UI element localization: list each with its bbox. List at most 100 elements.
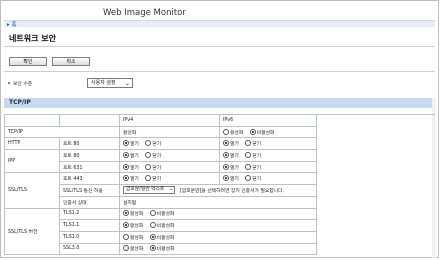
ipp631-ipv4-open-option[interactable]: 열기	[123, 163, 139, 171]
radio-button[interactable]	[223, 175, 229, 182]
radio-button[interactable]	[123, 222, 129, 229]
cancel-button[interactable]: 취소	[52, 57, 90, 66]
radio-button[interactable]	[145, 151, 152, 158]
radio-button[interactable]	[149, 245, 156, 252]
tcpip-ipv4-status: 활성화	[119, 125, 220, 139]
radio-button[interactable]	[123, 245, 129, 252]
row-label-tcpip: TCP/IP	[4, 125, 120, 139]
http-ipv6-open-option[interactable]: 열기	[223, 140, 239, 148]
ssl-comm-note: [암호문만]을 선택하려면 장치 인증서가 필요합니다.	[179, 188, 285, 194]
radio-button[interactable]	[123, 151, 129, 158]
home-link-label[interactable]: 홈	[12, 22, 17, 28]
tls11-disable-option[interactable]: 비활성화	[149, 222, 175, 230]
security-level-label: 보안 수준	[13, 82, 33, 87]
radio-button[interactable]	[223, 128, 229, 135]
ssl-port-label: 포트 443	[59, 172, 120, 186]
ssl-cert-label: 인증서 상태	[59, 195, 120, 209]
option-label: 활성화	[130, 247, 144, 253]
http-ipv6-close-option[interactable]: 닫기	[245, 140, 261, 147]
tls11-enable-option[interactable]: 활성화	[123, 222, 144, 230]
ipp80-ipv6-close-option[interactable]: 닫기	[245, 151, 261, 159]
option-label: 비활성화	[156, 235, 175, 241]
ok-button[interactable]: 확인	[9, 57, 47, 66]
ssl-ipv6-close-option[interactable]: 닫기	[245, 175, 262, 183]
radio-button[interactable]	[145, 175, 152, 182]
ssl30-disable-option[interactable]: 비활성화	[149, 245, 174, 252]
option-label: 열기	[230, 165, 239, 171]
option-label: 열기	[130, 165, 139, 171]
http-ipv4-close-option[interactable]: 닫기	[145, 140, 161, 147]
ipp631-ipv6-close-option[interactable]: 닫기	[245, 163, 262, 171]
option-label: 닫기	[252, 177, 262, 183]
radio-button[interactable]	[223, 163, 229, 170]
tls12-disable-option[interactable]: 비활성화	[149, 210, 175, 218]
radio-button[interactable]	[123, 233, 129, 240]
table-extension	[316, 114, 435, 260]
tcpip-ipv6-disable-option[interactable]: 비활성화	[249, 128, 275, 136]
security-level-select[interactable]: 사용자 설정 ⌄	[87, 78, 133, 88]
table-header-row: IPv4 IPv6	[4, 114, 317, 127]
radio-button[interactable]	[145, 163, 152, 170]
tls12-enable-option[interactable]: 활성화	[123, 210, 143, 217]
table-row: HTTP 포트 80 열기 닫기 열기 닫기	[4, 137, 317, 151]
option-label: 비활성화	[156, 224, 175, 230]
table-row: IPP 포트 80 열기 닫기 열기 닫기	[4, 149, 317, 174]
option-label: 열기	[130, 153, 139, 159]
option-label: 비활성화	[256, 130, 275, 136]
tls10-disable-option[interactable]: 비활성화	[149, 233, 175, 241]
header-ipv6: IPv6	[219, 114, 317, 127]
divider	[4, 71, 435, 72]
ipp80-ipv6-open-option[interactable]: 열기	[223, 151, 239, 159]
row-label-http: HTTP	[4, 137, 60, 151]
option-label: 열기	[230, 177, 239, 183]
ipp80-ipv4-close-option[interactable]: 닫기	[145, 151, 161, 159]
option-label: 활성화	[230, 130, 244, 136]
divider	[4, 46, 435, 47]
ipp80-ipv4-open-option[interactable]: 열기	[123, 151, 139, 159]
radio-button[interactable]	[123, 163, 129, 170]
radio-button[interactable]	[123, 210, 129, 217]
option-label: 비활성화	[156, 212, 175, 218]
ssl-ipv6-open-option[interactable]: 열기	[223, 175, 239, 183]
radio-button[interactable]	[123, 140, 129, 147]
radio-button[interactable]	[149, 210, 156, 217]
option-label: 열기	[230, 142, 239, 148]
radio-button[interactable]	[149, 233, 156, 240]
radio-button[interactable]	[245, 151, 252, 158]
ipp631-ipv6-open-option[interactable]: 열기	[223, 163, 239, 171]
radio-button[interactable]	[245, 140, 252, 147]
option-label: 열기	[130, 177, 139, 183]
ssl-comm-select[interactable]: 암호문/일반 텍스트 ⌄	[123, 186, 176, 195]
radio-button[interactable]	[223, 151, 229, 158]
home-link[interactable]: ▸ 홈	[7, 20, 17, 28]
table-row: SSL/TLS 포트 443 열기 닫기 열기 닫기	[4, 172, 317, 209]
radio-button[interactable]	[145, 140, 152, 147]
ssl-cert-value: 설치됨	[119, 195, 317, 209]
tcpip-ipv6-enable-option[interactable]: 활성화	[223, 128, 244, 136]
radio-button[interactable]	[245, 163, 252, 170]
option-label: 열기	[230, 153, 239, 159]
radio-button[interactable]	[123, 175, 129, 182]
http-ipv4-open-option[interactable]: 열기	[123, 140, 139, 148]
ssl-ipv4-open-option[interactable]: 열기	[123, 175, 139, 183]
option-label: 열기	[130, 142, 139, 148]
radio-button[interactable]	[245, 175, 252, 182]
bullet-icon	[8, 82, 10, 84]
option-label: 닫기	[252, 165, 262, 171]
radio-button[interactable]	[223, 140, 229, 147]
version-label-tls11: TLS1.1	[59, 219, 120, 232]
ipp631-ipv4-close-option[interactable]: 닫기	[145, 163, 161, 171]
ipp-port80-label: 포트 80	[59, 149, 120, 162]
header-ipv4: IPv4	[119, 114, 220, 127]
option-label: 활성화	[130, 224, 144, 230]
app-title: Web Image Monitor	[103, 8, 186, 18]
ipp-port631-label: 포트 631	[59, 160, 120, 174]
tls10-enable-option[interactable]: 활성화	[123, 233, 143, 241]
radio-button[interactable]	[249, 128, 256, 135]
radio-button[interactable]	[149, 222, 156, 229]
ssl-ipv4-close-option[interactable]: 닫기	[145, 175, 162, 183]
version-label-ssl30: SSL3.0	[59, 242, 120, 256]
ssl30-enable-option[interactable]: 활성화	[123, 245, 144, 253]
row-label-version: SSL/TLS 버전	[4, 207, 60, 256]
option-label: 닫기	[152, 177, 162, 183]
